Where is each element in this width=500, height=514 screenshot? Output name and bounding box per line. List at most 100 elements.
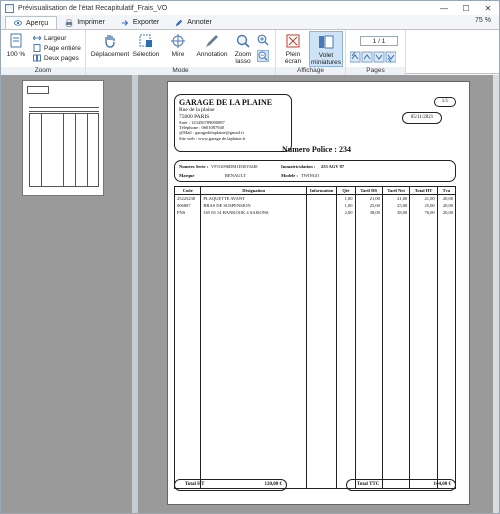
two-pages-label: Deux pages [44, 54, 79, 62]
police-label: Numero Police : [282, 145, 337, 154]
page-navigation-icons[interactable] [350, 51, 396, 63]
serie-value: VF1G096DM1D3019248 [211, 164, 258, 169]
thumbnails-icon [319, 35, 334, 49]
sight-button[interactable]: Mire [162, 33, 194, 58]
annotation-label: Annotation [196, 51, 228, 58]
tab-annoter-label: Annoter [187, 19, 212, 26]
table-header-row: Code Désignation Information Qté Tarif H… [173, 186, 457, 195]
total-ttc-label: Total TTC [357, 482, 380, 487]
table-row: PNS 165 65 14 HANKOOK 4 SAISONS 2,00 38,… [173, 209, 457, 216]
zoom-lasso-icon [236, 34, 250, 48]
selection-icon [139, 34, 152, 47]
immat-label: Immatriculation : [281, 164, 316, 169]
zoom-lasso-button[interactable]: Zoom lasso [232, 33, 254, 65]
police-number: 234 [338, 145, 351, 154]
width-label: Largeur [44, 34, 67, 42]
total-ht-label: Total HT [185, 482, 205, 487]
cell: 21,00 [409, 194, 438, 202]
select-button[interactable]: Sélection [130, 33, 162, 58]
garage-website: Site web : www.garage.de.laplaine.fr [179, 135, 246, 141]
printer-icon [65, 18, 73, 27]
zoom-in-icon[interactable] [257, 34, 269, 46]
close-button[interactable]: ✕ [477, 1, 499, 15]
col-header-tva: Tva [436, 186, 457, 195]
full-page-button[interactable]: Page entière [33, 44, 81, 52]
zoom-100-button[interactable]: 100 % [5, 33, 27, 58]
total-ttc-value: 144,00 € [433, 482, 452, 487]
total-ht-block: Total HT 120,00 € [174, 479, 287, 491]
thumbnails-pane-button[interactable]: Volet miniatures [309, 31, 343, 67]
cell: 20,00 [436, 209, 457, 216]
fullscreen-icon [286, 34, 300, 48]
cell: 21,00 [354, 194, 383, 202]
two-pages-button[interactable]: Deux pages [33, 54, 79, 62]
tab-apercu[interactable]: Aperçu [5, 16, 58, 29]
eye-icon [14, 20, 22, 26]
ribbon: 100 % Largeur Page entière Deux pages Zo… [1, 29, 499, 75]
pages-group: 1 / 1 Pages [346, 30, 406, 75]
zoom-group-label: Zoom [1, 67, 85, 75]
modele-value: TWINGO [301, 173, 320, 178]
garage-address-block: GARAGE DE LA PLAINE Rue de la plaine 750… [174, 94, 292, 152]
tab-annoter[interactable]: Annoter [167, 16, 220, 29]
cell: 165 65 14 HANKOOK 4 SAISONS [200, 209, 307, 216]
ribbon-tabs: Aperçu Imprimer Exporter Annoter 75 % [1, 15, 499, 29]
table-filler-row [173, 216, 457, 489]
page-number: 1/1 [434, 97, 456, 107]
sight-label: Mire [171, 51, 185, 58]
zoom-out-icon[interactable] [257, 50, 269, 62]
cell: 1,00 [336, 202, 356, 209]
two-pages-icon [33, 54, 41, 62]
mode-group: Déplacement Sélection Mire Annotation Zo… [86, 30, 276, 75]
cell: 25225238 [173, 194, 202, 202]
cell: 38,00 [354, 209, 383, 216]
maximize-button[interactable]: ☐ [455, 1, 477, 15]
full-page-label: Page entière [44, 44, 81, 52]
police-line: Numero Police : 234 [282, 145, 351, 154]
table-row: 25225238 PLAQUETTE AVANT 1,00 21,00 21,0… [173, 194, 457, 202]
app-icon [5, 3, 14, 13]
vertical-scrollbar[interactable] [493, 75, 499, 513]
display-group: Plein écran Volet miniatures Affichage [276, 30, 346, 75]
col-header-tarif-net: Tarif Net [381, 186, 411, 195]
width-button[interactable]: Largeur [33, 34, 66, 42]
col-header-qte: Qté [336, 186, 356, 195]
zoom-100-label: 100 % [6, 51, 26, 58]
thumbnails-label: Volet miniatures [311, 52, 341, 66]
annotation-button[interactable]: Annotation [194, 33, 230, 58]
select-label: Sélection [132, 51, 160, 58]
zoom-group: 100 % Largeur Page entière Deux pages Zo… [1, 30, 86, 75]
zoom-lasso-label: Zoom lasso [234, 51, 252, 65]
fullscreen-button[interactable]: Plein écran [281, 33, 305, 65]
modele-label: Modele : [281, 173, 298, 178]
col-header-total-ht: Total HT [409, 186, 438, 195]
document-page: GARAGE DE LA PLAINE Rue de la plaine 750… [167, 81, 470, 505]
move-button[interactable]: Déplacement [90, 33, 130, 58]
cell: 2,00 [336, 209, 356, 216]
col-header-tarif-hs: Tarif HS [354, 186, 383, 195]
marque-value: RENAULT [225, 173, 246, 178]
mode-group-label: Mode [86, 67, 275, 75]
cell: 1,00 [336, 194, 356, 202]
title-bar: Prévisualisation de l'état Recapitulatif… [1, 1, 499, 15]
zoom-level: 75 % [475, 17, 491, 24]
page-indicator[interactable]: 1 / 1 [360, 36, 398, 46]
document-date: 05/11/2021 [402, 112, 442, 124]
full-page-icon [33, 44, 41, 52]
width-icon [33, 35, 41, 41]
page-thumbnail[interactable] [22, 80, 104, 196]
col-header-information: Information [305, 186, 338, 195]
page-zoom-icon [10, 33, 22, 48]
minimize-button[interactable]: — [433, 1, 455, 15]
col-header-code: Code [173, 186, 202, 195]
cell [305, 202, 338, 209]
tab-imprimer[interactable]: Imprimer [57, 16, 113, 29]
cell [305, 209, 338, 216]
cell: 006807 [173, 202, 202, 209]
cell: BRAS DE SUSPENSION [200, 202, 307, 209]
cell: 25,00 [381, 202, 411, 209]
garage-name: GARAGE DE LA PLAINE [179, 98, 273, 107]
tab-exporter-label: Exporter [132, 19, 160, 26]
pages-group-label: Pages [346, 67, 405, 75]
tab-exporter[interactable]: Exporter [113, 16, 167, 29]
